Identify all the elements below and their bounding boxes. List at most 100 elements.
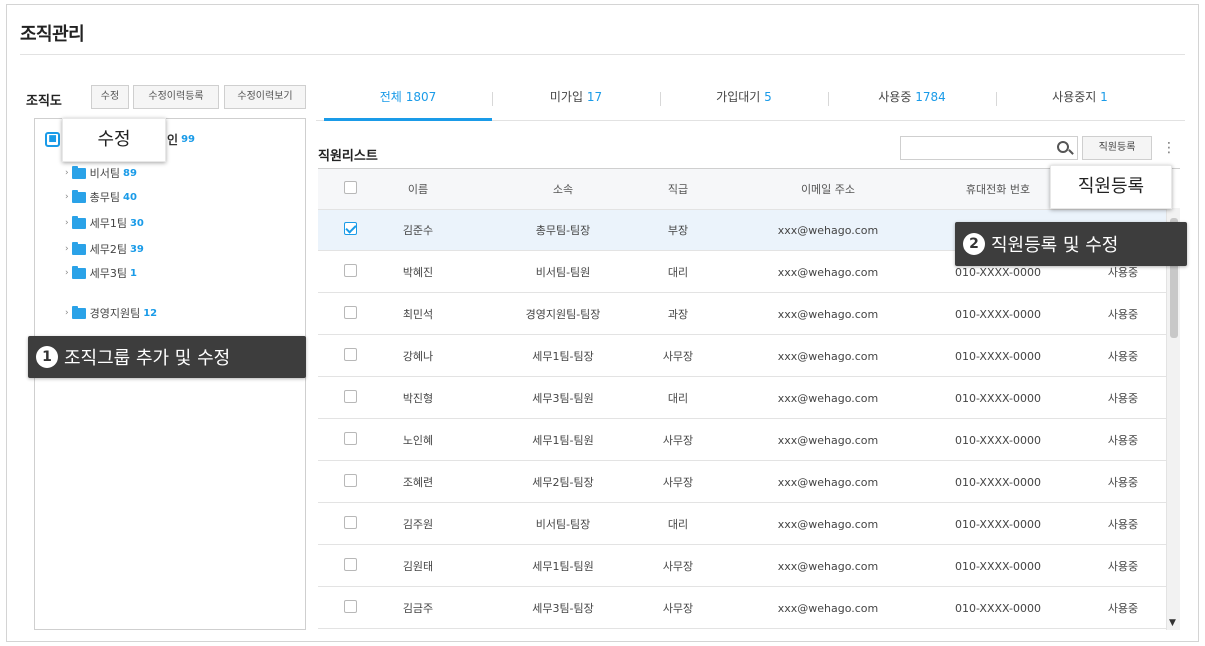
cell-rank: 부장 [667,224,689,237]
cell-name: 강혜나 [402,350,434,363]
tree-item-label: 세무3팀 [89,267,127,280]
cell-dept: 경영지원팀-팀장 [525,308,601,321]
tab-separator [492,92,493,106]
tree-item-label: 세무2팀 [89,243,127,256]
chevron-right-icon[interactable]: › [65,268,69,278]
table-row[interactable]: 김원태 세무1팀-팀원 사무장 xxx@wehago.com 010-XXXX-0000… [318,546,1166,587]
table-row[interactable]: 강혜나 세무1팀-팀장 사무장 xxx@wehago.com 010-XXXX-0000… [318,336,1166,377]
table-row[interactable]: 김금주 세무3팀-팀장 사무장 xxx@wehago.com 010-XXXX-0000… [318,588,1166,629]
table-row[interactable]: 박진형 세무3팀-팀원 대리 xxx@wehago.com 010-XXXX-0000 사… [318,378,1166,419]
table-row[interactable]: 최민석 경영지원팀-팀장 과장 xxx@wehago.com 010-XXXX-0000… [318,294,1166,335]
cell-rank: 사무장 [662,602,694,615]
row-checkbox[interactable] [344,348,357,364]
register-employee-button[interactable]: 직원등록 [1082,136,1152,160]
folder-icon [71,165,86,179]
tree-item[interactable]: › 세무3팀 1 [65,265,137,281]
tree-item[interactable]: › 세무2팀 39 [65,241,144,257]
tab-3[interactable]: 사용중 1784 [828,88,996,118]
cell-dept: 세무1팀-팀원 [532,434,594,447]
row-checkbox[interactable] [344,474,357,490]
row-checkbox[interactable] [344,558,357,574]
cell-email: xxx@wehago.com [777,475,879,489]
cell-rank: 사무장 [662,560,694,573]
cell-email: xxx@wehago.com [777,601,879,615]
step1-text: 조직그룹 추가 및 수정 [64,348,231,369]
tab-count: 17 [586,90,603,104]
cell-dept: 비서팀-팀장 [535,518,591,531]
history-view-button[interactable]: 수정이력보기 [224,85,306,109]
folder-icon [71,241,86,255]
tree-item[interactable]: › 비서팀 89 [65,165,137,181]
employee-list-title: 직원리스트 [318,149,378,164]
search-input[interactable] [900,136,1078,160]
row-checkbox[interactable] [344,390,357,406]
cell-name: 김준수 [402,224,434,237]
row-checkbox[interactable] [344,222,357,238]
tree-item-count: 30 [129,217,144,229]
tree-item-label: 비서팀 [89,167,120,180]
row-checkbox[interactable] [344,264,357,280]
table-header: 이름 소속 직급 이메일 주소 휴대전화 번호 상태 [318,169,1166,210]
cell-email: xxx@wehago.com [777,349,879,363]
select-all-checkbox[interactable] [344,181,357,197]
cell-rank: 사무장 [662,434,694,447]
cell-status: 사용중 [1107,266,1139,279]
tree-item-count: 1 [129,267,137,279]
more-vertical-icon[interactable]: ⋮ [1160,138,1178,158]
cell-dept: 세무3팀-팀장 [532,602,594,615]
chevron-right-icon[interactable]: › [65,244,69,254]
cell-name: 김주원 [402,518,434,531]
folder-icon [71,215,86,229]
chevron-right-icon[interactable]: › [65,168,69,178]
cell-name: 김원태 [402,560,434,573]
tab-2[interactable]: 가입대기 5 [660,88,828,118]
cell-phone: 010-XXXX-0000 [955,475,1041,489]
cell-status: 사용중 [1107,434,1139,447]
row-checkbox[interactable] [344,516,357,532]
cell-dept: 총무팀-팀장 [535,224,591,237]
chevron-right-icon[interactable]: › [65,192,69,202]
chevron-right-icon[interactable]: › [65,308,69,318]
row-checkbox[interactable] [344,600,357,616]
chevron-right-icon[interactable]: › [65,218,69,228]
column-header-phone: 휴대전화 번호 [965,183,1031,196]
cell-status: 사용중 [1107,518,1139,531]
cell-name: 최민석 [402,308,434,321]
row-checkbox[interactable] [344,306,357,322]
cell-name: 김금주 [402,602,434,615]
cell-name: 노인혜 [402,434,434,447]
tree-item-count: 89 [122,167,137,179]
table-scrollbar[interactable]: ▼ [1166,208,1180,630]
cell-phone: 010-XXXX-0000 [955,349,1041,363]
cell-rank: 대리 [667,518,689,531]
tab-0[interactable]: 전체 1807 [324,88,492,118]
table-row[interactable]: 노인혜 세무1팀-팀원 사무장 xxx@wehago.com 010-XXXX-0000… [318,420,1166,461]
tab-separator [660,92,661,106]
edit-button[interactable]: 수정 [91,85,129,109]
tree-item-label: 경영지원팀 [89,307,141,320]
edit-callout: 수정 [62,118,166,162]
tab-4[interactable]: 사용중지 1 [996,88,1164,118]
scroll-down-icon[interactable]: ▼ [1169,618,1176,628]
company-icon: ■ [45,132,60,147]
tree-item[interactable]: › 총무팀 40 [65,189,137,205]
search-icon[interactable] [1057,141,1069,153]
table-row[interactable]: 조혜련 세무2팀-팀장 사무장 xxx@wehago.com 010-XXXX-0000… [318,462,1166,503]
tab-1[interactable]: 미가입 17 [492,88,660,118]
cell-phone: 010-XXXX-0000 [955,601,1041,615]
history-register-button[interactable]: 수정이력등록 [133,85,219,109]
tab-label: 가입대기 [716,90,761,104]
tree-root-count: 99 [181,134,196,145]
cell-rank: 과장 [667,308,689,321]
tab-label: 사용중지 [1052,90,1097,104]
tab-count: 1807 [405,90,437,104]
tab-separator [828,92,829,106]
tree-item[interactable]: › 경영지원팀 12 [65,305,157,321]
table-row[interactable]: 김주원 비서팀-팀장 대리 xxx@wehago.com 010-XXXX-0000 사용… [318,504,1166,545]
cell-name: 박혜진 [402,266,434,279]
cell-phone: 010-XXXX-0000 [955,517,1041,531]
cell-status: 사용중 [1107,392,1139,405]
cell-rank: 대리 [667,392,689,405]
tree-item[interactable]: › 세무1팀 30 [65,215,144,231]
row-checkbox[interactable] [344,432,357,448]
